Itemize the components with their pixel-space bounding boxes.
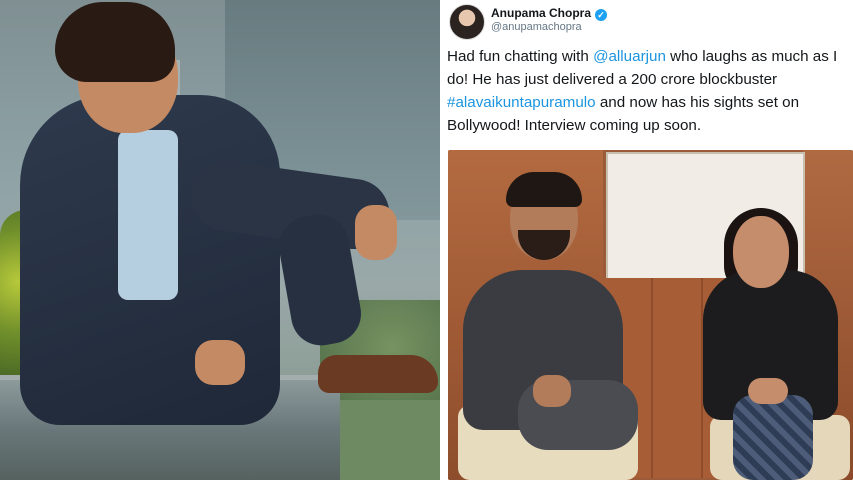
person-right-legs [733, 395, 813, 480]
man-shoe [318, 355, 438, 393]
mention-link[interactable]: @alluarjun [593, 48, 666, 65]
user-handle[interactable]: @anupamachopra [491, 21, 582, 33]
profile-avatar[interactable] [449, 4, 485, 40]
person-left-hair [506, 172, 582, 207]
person-right-hands [748, 378, 788, 404]
ground [340, 400, 440, 480]
man-shirt [118, 130, 178, 300]
man-hand-lower [195, 340, 245, 385]
man-hair [55, 2, 175, 82]
person-left-hand [533, 375, 571, 407]
display-name-text[interactable]: Anupama Chopra [491, 6, 591, 20]
display-name[interactable]: Anupama Chopra ✓ [491, 6, 608, 21]
tweet-card: Anupama Chopra ✓ @anupamachopra Had fun c… [445, 0, 853, 480]
person-right-head [733, 216, 789, 288]
left-photo [0, 0, 440, 480]
tweet-text-part1: Had fun chatting with [447, 48, 594, 65]
verified-badge-icon: ✓ [595, 9, 608, 21]
hashtag-link[interactable]: #alavaikuntapuramulo [447, 94, 596, 111]
tweet-text: Had fun chatting with @alluarjun who lau… [447, 45, 851, 137]
man-hand [355, 205, 397, 260]
tweet-photo[interactable] [448, 150, 853, 480]
